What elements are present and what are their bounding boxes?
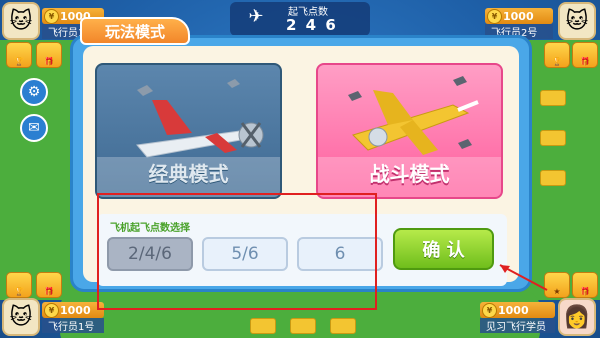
battle-mode-label: 战斗模式 bbox=[369, 162, 450, 186]
trophy-icon: 🏆 bbox=[14, 57, 24, 66]
coin-icon: ¥ bbox=[487, 9, 502, 24]
board-tile bbox=[330, 318, 356, 334]
classic-mode-label: 经典模式 bbox=[148, 162, 229, 186]
player-avatar-bottom-right[interactable]: 👩 bbox=[558, 298, 596, 336]
board-tile bbox=[290, 318, 316, 334]
player-name: 见习飞行学员 bbox=[486, 322, 546, 333]
player-name-bottom-right: 见习飞行学员 bbox=[480, 318, 555, 333]
dialog-title: 玩法模式 bbox=[80, 17, 190, 45]
gift-icon: 🎁 bbox=[580, 287, 590, 296]
trophy-icon: 🏆 bbox=[14, 287, 24, 296]
star-icon: ★ bbox=[553, 287, 561, 296]
gift-icon: 🎁 bbox=[44, 287, 54, 296]
yellow-menu-button[interactable]: 🏆 bbox=[6, 272, 32, 298]
coin-value: 1000 bbox=[498, 303, 529, 317]
yellow-menu-button[interactable]: 🎁 bbox=[572, 42, 598, 68]
confirm-label: 确 认 bbox=[422, 240, 465, 261]
highlight-box bbox=[97, 193, 377, 310]
plane-icon: ✈ bbox=[248, 6, 264, 27]
yellow-menu-button[interactable]: 🏆 bbox=[544, 42, 570, 68]
board-tile bbox=[250, 318, 276, 334]
gift-icon: 🎁 bbox=[580, 57, 590, 66]
board-tile bbox=[540, 170, 566, 186]
coin-bar-bottom-right: ¥ 1000 bbox=[480, 302, 555, 318]
trophy-icon: 🏆 bbox=[552, 57, 562, 66]
confirm-button[interactable]: 确 认 bbox=[393, 228, 494, 270]
board-tile bbox=[540, 130, 566, 146]
yellow-menu-button[interactable]: 🎁 bbox=[36, 272, 62, 298]
battle-mode-card[interactable]: 战斗模式 bbox=[316, 63, 503, 199]
player-avatar-bottom-left[interactable]: 🐱 bbox=[2, 298, 40, 336]
highlight-arrow-icon bbox=[499, 264, 548, 291]
coin-bar-bottom-left: ¥ 1000 bbox=[42, 302, 104, 318]
coin-icon: ¥ bbox=[482, 303, 497, 318]
gift-icon: 🎁 bbox=[44, 57, 54, 66]
takeoff-points-value: 2 4 6 bbox=[286, 16, 338, 34]
player-name-bottom-left: 飞行员1号 bbox=[42, 318, 104, 333]
takeoff-points-hud: ✈ 起飞点数 2 4 6 bbox=[230, 2, 370, 36]
yellow-menu-button[interactable]: 🏆 bbox=[6, 42, 32, 68]
chat-icon[interactable]: ✉ bbox=[20, 114, 48, 142]
board-tile bbox=[540, 90, 566, 106]
coin-value: 1000 bbox=[503, 9, 534, 23]
coin-value: 1000 bbox=[60, 303, 91, 317]
yellow-menu-button[interactable]: 🎁 bbox=[572, 272, 598, 298]
classic-mode-card[interactable]: 经典模式 bbox=[95, 63, 282, 199]
coin-icon: ¥ bbox=[44, 9, 59, 24]
yellow-menu-button[interactable]: 🎁 bbox=[36, 42, 62, 68]
coin-icon: ¥ bbox=[44, 303, 59, 318]
coin-bar-top-right: ¥ 1000 bbox=[485, 8, 553, 24]
player-avatar-top-left[interactable]: 🐱 bbox=[2, 2, 40, 40]
settings-gear-icon[interactable]: ⚙ bbox=[20, 78, 48, 106]
player-avatar-top-right[interactable]: 🐱 bbox=[558, 2, 596, 40]
player-name: 飞行员1号 bbox=[48, 322, 95, 333]
